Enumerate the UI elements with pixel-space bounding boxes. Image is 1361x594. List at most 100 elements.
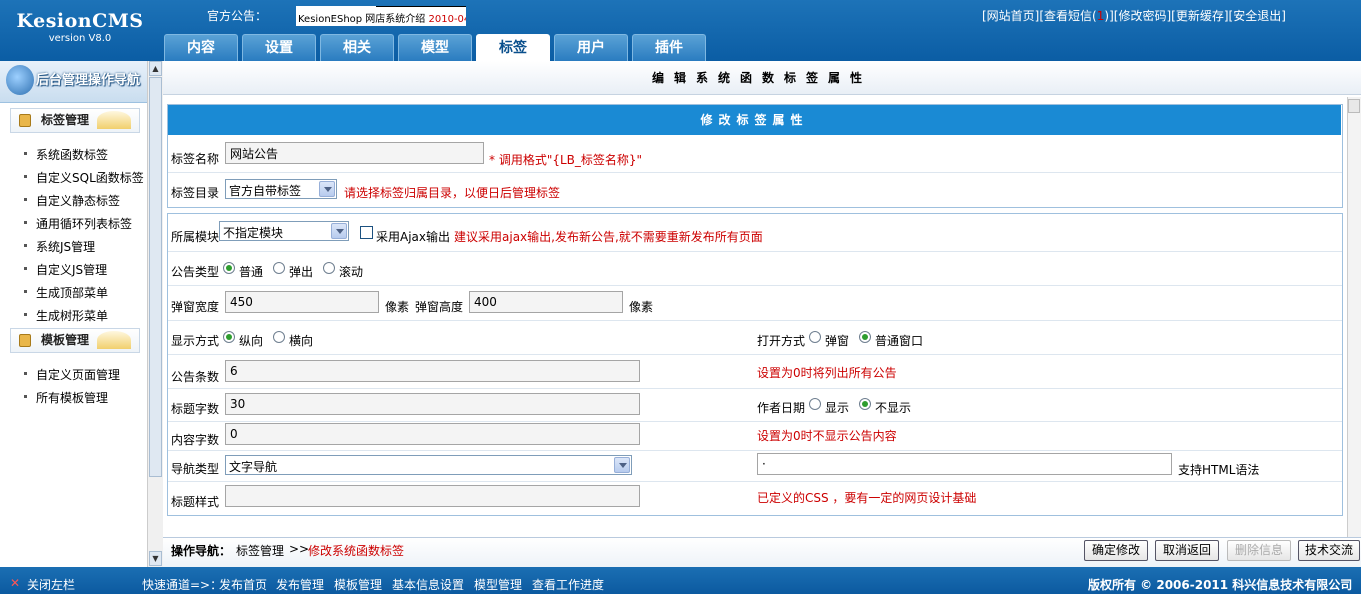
radio-open-popup[interactable] [809,331,821,343]
module-label: 所属模块 [171,230,220,244]
folder-icon [19,114,31,127]
title-style-hint: 已定义的CSS ，要有一定的网页设计基础 [757,491,977,505]
tech-button[interactable]: 技术交流 [1298,540,1360,561]
tab-tags[interactable]: 标签 [476,34,550,62]
sidebar-item-custom-page[interactable]: 自定义页面管理 [24,366,120,383]
quick-link-model-manage[interactable]: 模型管理 [474,576,522,593]
sidebar-item-loop-list-tag[interactable]: 通用循环列表标签 [24,215,132,232]
quick-link-basic-settings[interactable]: 基本信息设置 [392,576,464,593]
radio-popup[interactable] [273,262,285,274]
confirm-button[interactable]: 确定修改 [1084,540,1148,561]
sidebar-item-label[interactable]: 系统函数标签 [24,148,108,162]
sidebar-item-custom-sql-tag[interactable]: 自定义SQL函数标签 [24,169,144,186]
ajax-checkbox[interactable] [360,226,373,239]
popup-width-label: 弹窗宽度 [171,300,220,314]
tag-dir-select[interactable]: 官方自带标签 [225,179,337,199]
link-update-cache[interactable]: [更新缓存] [1171,9,1228,23]
sidebar-section-templates[interactable]: 模板管理 [10,328,140,353]
link-messages[interactable]: [查看短信(1)] [1039,9,1113,23]
scroll-up-icon[interactable] [1348,99,1360,113]
radio-open-normal[interactable] [859,331,871,343]
scroll-thumb[interactable] [149,77,162,477]
notice-label: 官方公告： [207,9,268,23]
cancel-button[interactable]: 取消返回 [1155,540,1219,561]
popup-height-input[interactable] [469,291,623,313]
tab-content[interactable]: 内容 [164,34,238,61]
radio-vertical[interactable] [223,331,235,343]
tab-settings[interactable]: 设置 [242,34,316,61]
sidebar-item-label[interactable]: 自定义JS管理 [24,263,107,277]
scroll-down-icon[interactable]: ▼ [149,551,162,566]
popup-width-input[interactable] [225,291,379,313]
tab-plugins[interactable]: 插件 [632,34,706,61]
chevron-down-icon[interactable] [319,181,335,197]
radio-normal[interactable] [223,262,235,274]
page-title: 编辑系统函数标签属性 [163,61,1361,95]
display-mode-label: 显示方式 [171,334,220,348]
link-site-home[interactable]: [网站首页] [982,9,1039,23]
tab-users[interactable]: 用户 [554,34,628,61]
sidebar-item-label[interactable]: 自定义页面管理 [24,368,120,382]
close-icon[interactable]: ✕ [10,576,20,590]
module-value[interactable]: 不指定模块 [223,226,283,240]
quick-label: 快速通道=>： [142,578,223,592]
title-style-input[interactable] [225,485,640,507]
radio-show-date[interactable] [809,398,821,410]
content-length-input[interactable] [225,423,640,445]
quick-link-work-progress[interactable]: 查看工作进度 [532,576,604,593]
tag-dir-label: 标签目录 [171,186,220,200]
title-length-input[interactable] [225,393,640,415]
radio-horizontal-label: 横向 [289,334,314,348]
link-change-password[interactable]: [修改密码] [1114,9,1171,23]
chevron-down-icon[interactable] [331,223,347,239]
tag-dir-value[interactable]: 官方自带标签 [229,184,301,198]
sidebar-item-label[interactable]: 系统JS管理 [24,240,95,254]
count-label: 公告条数 [171,370,220,384]
sidebar-item-top-menu[interactable]: 生成顶部菜单 [24,284,108,301]
quick-link-publish-home[interactable]: 发布首页 [219,576,267,593]
sidebar-item-system-js[interactable]: 系统JS管理 [24,238,95,255]
nav-type-value[interactable]: 文字导航 [229,460,277,474]
sidebar-item-label[interactable]: 生成顶部菜单 [24,286,108,300]
breadcrumb-tags[interactable]: 标签管理 [236,542,284,559]
sidebar-scrollbar[interactable]: ▲ ▼ [147,61,163,567]
sidebar-item-custom-js[interactable]: 自定义JS管理 [24,261,107,278]
radio-scroll[interactable] [323,262,335,274]
messages-suffix[interactable]: )] [1104,9,1113,23]
row-divider [168,421,1342,422]
scroll-up-icon[interactable]: ▲ [149,61,162,76]
radio-horizontal[interactable] [273,331,285,343]
quick-link-template-manage[interactable]: 模板管理 [334,576,382,593]
sidebar-item-label[interactable]: 所有模板管理 [24,391,108,405]
quick-link-publish-manage[interactable]: 发布管理 [276,576,324,593]
delete-button[interactable]: 删除信息 [1227,540,1291,561]
tab-related[interactable]: 相关 [320,34,394,61]
sidebar-item-label[interactable]: 自定义静态标签 [24,194,120,208]
sidebar-item-label[interactable]: 自定义SQL函数标签 [24,171,144,185]
sidebar-item-label[interactable]: 通用循环列表标签 [24,217,132,231]
notice-text[interactable]: KesionEShop 网店系统介绍 [298,14,425,25]
close-left-link[interactable]: 关闭左栏 [27,576,75,593]
sidebar-item-custom-static-tag[interactable]: 自定义静态标签 [24,192,120,209]
nav-symbol-input[interactable] [757,453,1172,475]
radio-open-normal-label: 普通窗口 [875,334,924,348]
link-logout[interactable]: [安全退出] [1229,9,1286,23]
sidebar-section-tags[interactable]: 标签管理 [10,108,140,133]
notice-ticker[interactable]: KesionEShop 网店系统介绍 2010-04-05 [296,6,466,26]
tag-dir-hint: 请选择标签归属目录，以便日后管理标签 [344,186,561,200]
radio-hide-date[interactable] [859,398,871,410]
tag-name-input[interactable] [225,142,484,164]
tab-model[interactable]: 模型 [398,34,472,61]
sidebar-item-system-func-tag[interactable]: 系统函数标签 [24,146,108,163]
nav-type-select[interactable]: 文字导航 [225,455,632,475]
chevron-down-icon[interactable] [614,457,630,473]
radio-scroll-label: 滚动 [339,265,364,279]
sidebar-item-label[interactable]: 生成树形菜单 [24,309,108,323]
count-input[interactable] [225,360,640,382]
module-select[interactable]: 不指定模块 [219,221,349,241]
content-length-label: 内容字数 [171,433,220,447]
content-scrollbar[interactable] [1347,97,1361,537]
sidebar-item-all-templates[interactable]: 所有模板管理 [24,389,108,406]
sidebar-item-tree-menu[interactable]: 生成树形菜单 [24,307,108,324]
messages-prefix[interactable]: [查看短信( [1039,9,1096,23]
